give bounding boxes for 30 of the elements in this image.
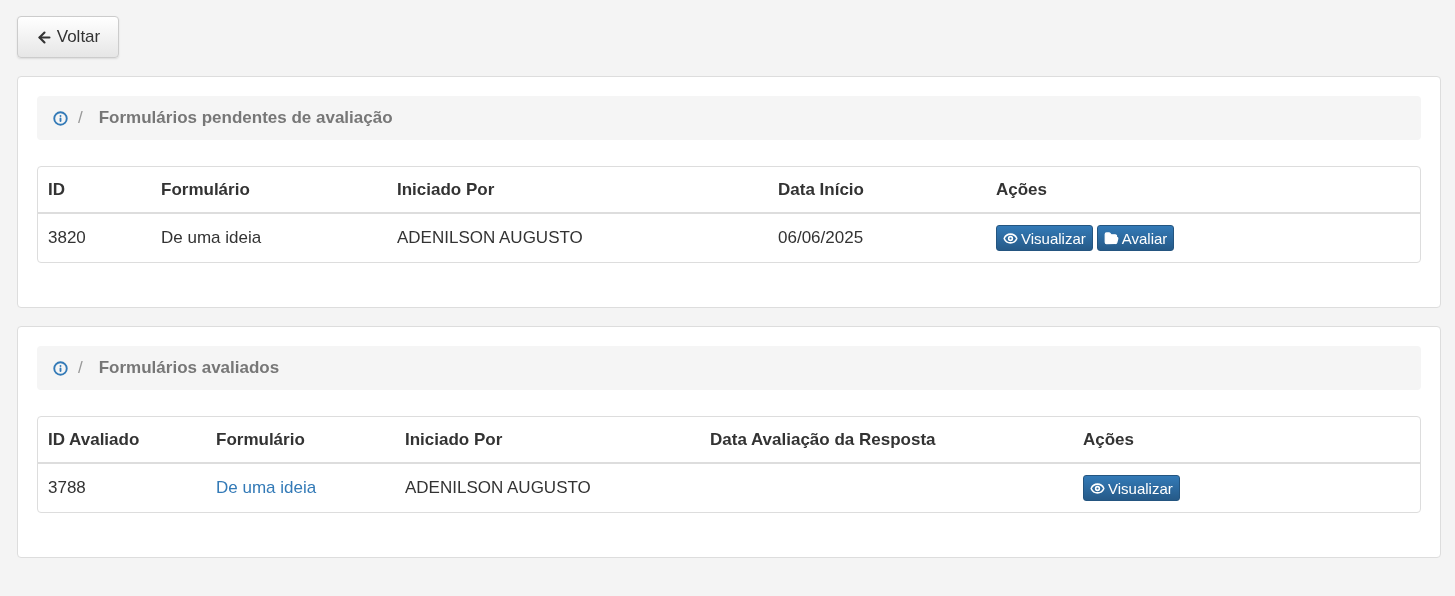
evaluate-button[interactable]: Avaliar	[1096, 225, 1175, 251]
view-button[interactable]: Visualizar	[1083, 475, 1180, 501]
breadcrumb-separator: /	[78, 108, 83, 128]
table-cell: 3820	[48, 228, 86, 247]
panel-title: Formulários pendentes de avaliação	[98, 108, 393, 128]
column-header: Formulário	[206, 417, 395, 464]
column-header: Iniciado Por	[387, 167, 768, 214]
eye-icon	[1003, 230, 1018, 246]
table-cell: ADENILSON AUGUSTO	[405, 478, 591, 497]
table-cell: De uma ideia	[161, 228, 262, 247]
table-cell: 06/06/2025	[778, 228, 864, 247]
table-cell: ADENILSON AUGUSTO	[397, 228, 583, 247]
column-header: ID	[38, 167, 151, 214]
info-icon	[53, 360, 68, 376]
column-header: Data Início	[768, 167, 986, 214]
form-link[interactable]: De uma ideia	[216, 478, 317, 497]
info-icon	[53, 110, 68, 126]
column-header: Ações	[1073, 417, 1420, 464]
column-header: Data Avaliação da Resposta	[700, 417, 1073, 464]
panel-title: Formulários avaliados	[98, 358, 280, 378]
back-button[interactable]: Voltar	[17, 16, 119, 58]
eye-icon	[1090, 480, 1105, 496]
breadcrumb-separator: /	[78, 358, 83, 378]
column-header: ID Avaliado	[38, 417, 206, 464]
column-header: Iniciado Por	[395, 417, 700, 464]
view-button[interactable]: Visualizar	[996, 225, 1093, 251]
folder-icon	[1103, 230, 1119, 246]
column-header: Formulário	[151, 167, 387, 214]
table-cell: 3788	[48, 478, 86, 497]
column-header: Ações	[986, 167, 1420, 214]
